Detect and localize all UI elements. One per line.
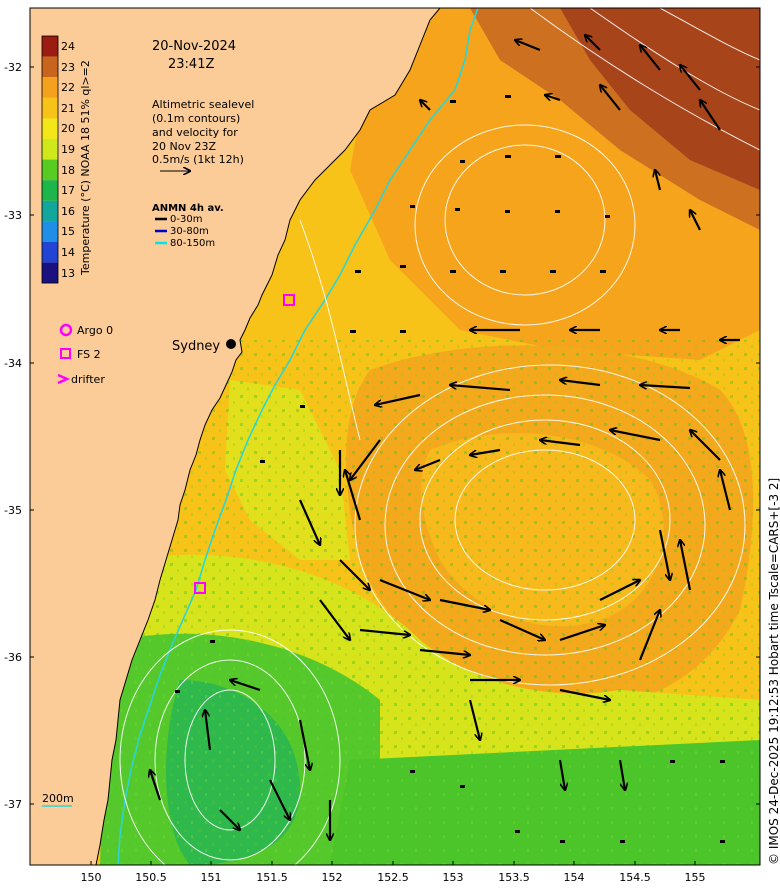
argo-label: Argo 0 [77,324,113,337]
y-tick-label: -36 [4,651,22,664]
colorbar-tick-14: 14 [61,246,75,259]
colorbar-title: Temperature (°C) NOAA 18 51% ql>=2 [79,60,92,276]
colorbar-seg-1 [42,56,58,78]
x-tick-label: 152 [322,871,343,884]
y-tick-label: -34 [4,357,22,370]
x-tick-label: 151 [201,871,222,884]
colorbar-seg-0 [42,36,58,57]
colorbar-tick-24: 24 [61,40,75,53]
y-tick-label: -35 [4,504,22,517]
altimetry-line-1: Altimetric sealevel [152,98,254,111]
x-tick-label: 154 [564,871,585,884]
colorbar-tick-15: 15 [61,225,75,238]
altimetry-line-2: (0.1m contours) [152,112,240,125]
depth-label: 200m [42,792,74,805]
colorbar-tick-22: 22 [61,81,75,94]
colorbar-tick-18: 18 [61,164,75,177]
city-label: Sydney [172,339,220,354]
x-tick-label: 152.5 [377,871,409,884]
colorbar-seg-8 [42,200,58,222]
colorbar-tick-17: 17 [61,184,75,197]
x-tick-label: 150.5 [135,871,167,884]
y-tick-label: -32 [4,61,22,74]
colorbar-seg-11 [42,262,58,284]
colorbar-tick-16: 16 [61,205,75,218]
anmn-label-2: 80-150m [170,238,215,249]
x-tick-label: 155 [685,871,706,884]
colorbar-tick-20: 20 [61,122,75,135]
anmn-label-0: 0-30m [170,214,202,225]
time-label: 23:41Z [168,57,214,72]
sydney-dot [226,339,236,349]
plot-area: Sydney 20-Nov-2024 23:41Z Altimetric sea… [30,8,760,865]
altimetry-line-3: and velocity for [152,126,238,139]
y-tick-label: -37 [4,798,22,811]
colorbar-seg-3 [42,97,58,119]
x-tick-label: 150 [81,871,102,884]
colorbar-seg-2 [42,77,58,98]
date-label: 20-Nov-2024 [152,39,236,54]
y-tick-label: -33 [4,209,22,222]
drifter-label: drifter [71,373,105,386]
colorbar-seg-4 [42,118,58,139]
colorbar-tick-19: 19 [61,143,75,156]
altimetry-line-4: 20 Nov 23Z [152,140,216,153]
colorbar-tick-13: 13 [61,267,75,280]
x-tick-label: 153 [443,871,464,884]
anmn-label-1: 30-80m [170,226,209,237]
altimetry-line-5: 0.5m/s (1kt 12h) [152,153,244,166]
anmn-title: ANMN 4h av. [152,203,224,214]
x-tick-label: 154.5 [619,871,651,884]
colorbar-seg-10 [42,242,58,263]
colorbar-seg-5 [42,139,58,160]
x-tick-label: 153.5 [498,871,530,884]
colorbar-tick-23: 23 [61,61,75,74]
fs-label: FS 2 [77,348,101,361]
sst-map: Sydney 20-Nov-2024 23:41Z Altimetric sea… [4,7,780,884]
x-tick-label: 151.5 [256,871,288,884]
colorbar-seg-9 [42,221,58,242]
colorbar-seg-7 [42,180,58,201]
colorbar-tick-21: 21 [61,102,75,115]
credit-label: © IMOS 24-Dec-2025 19:12:53 Hobart time … [767,478,780,865]
colorbar-seg-6 [42,159,58,181]
